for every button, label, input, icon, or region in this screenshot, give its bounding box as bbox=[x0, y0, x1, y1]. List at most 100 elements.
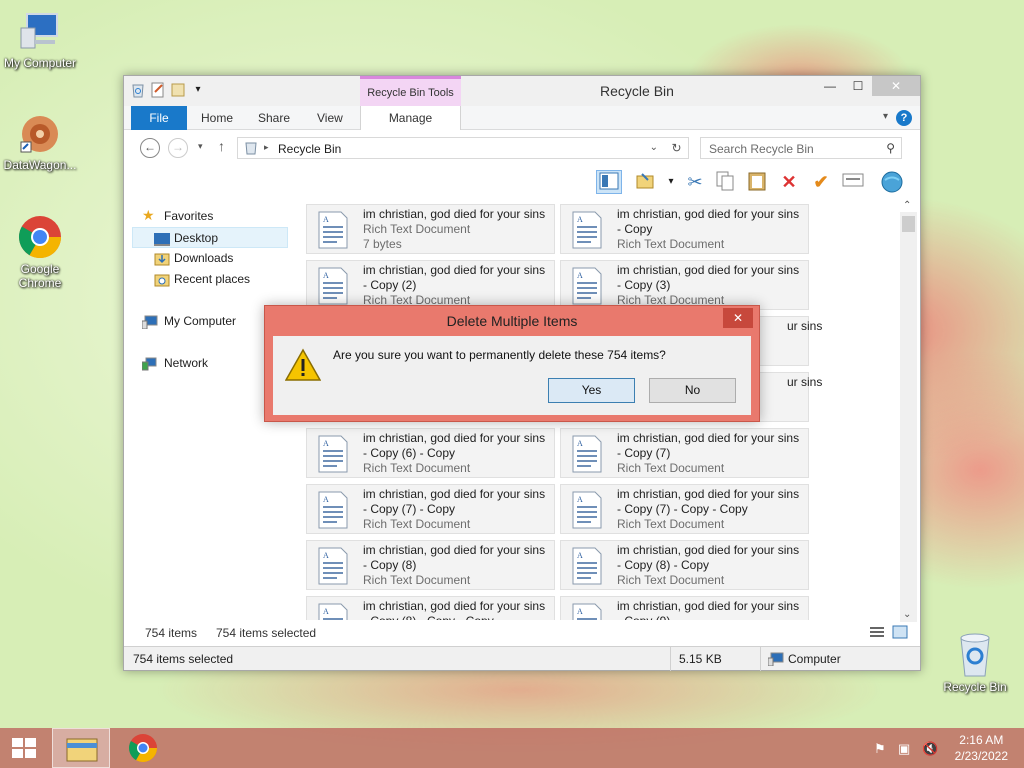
status-divider bbox=[670, 647, 671, 671]
vertical-scrollbar[interactable]: ⌃ ⌄ bbox=[900, 200, 917, 622]
svg-text:A: A bbox=[577, 439, 583, 448]
file-name: im christian, god died for your sins bbox=[617, 487, 800, 501]
search-input[interactable]: Search Recycle Bin ⚲ bbox=[700, 137, 902, 159]
file-tile[interactable]: Aim christian, god died for your sins- C… bbox=[560, 428, 809, 478]
system-clock[interactable]: 2:16 AM 2/23/2022 bbox=[955, 732, 1008, 764]
taskbar-file-explorer[interactable] bbox=[52, 728, 110, 768]
desktop-icon-chrome[interactable]: Google Chrome bbox=[0, 214, 80, 290]
nav-label: Desktop bbox=[174, 231, 219, 245]
address-bar[interactable]: ▸ Recycle Bin ⌄ bbox=[237, 137, 689, 159]
paste-icon[interactable] bbox=[744, 170, 770, 194]
copy-icon[interactable] bbox=[712, 170, 738, 194]
svg-text:A: A bbox=[577, 607, 583, 616]
close-button[interactable]: ✕ bbox=[872, 76, 920, 96]
file-name-suffix: - Copy (9) bbox=[617, 614, 670, 620]
search-icon: ⚲ bbox=[886, 141, 895, 155]
svg-text:A: A bbox=[577, 215, 583, 224]
recent-locations-icon[interactable]: ▾ bbox=[198, 141, 203, 152]
action-center-flag-icon[interactable]: ⚑ bbox=[874, 741, 886, 757]
nav-recent-places[interactable]: Recent places bbox=[132, 269, 288, 290]
internet-icon[interactable] bbox=[879, 170, 905, 194]
file-tile[interactable]: Aim christian, god died for your sins- C… bbox=[560, 484, 809, 534]
details-view-icon[interactable] bbox=[869, 625, 885, 642]
file-name: im christian, god died for your sins bbox=[363, 487, 546, 501]
file-tile[interactable]: Aim christian, god died for your sins- C… bbox=[306, 260, 555, 310]
file-name-suffix: - Copy (8) bbox=[363, 558, 417, 572]
file-tile[interactable]: Aim christian, god died for your sins- C… bbox=[306, 540, 555, 590]
rename-check-icon[interactable]: ✔ bbox=[808, 170, 834, 194]
volume-muted-icon[interactable]: 🔇 bbox=[922, 741, 938, 757]
tab-file[interactable]: File bbox=[131, 106, 187, 130]
minimize-button[interactable]: — bbox=[816, 76, 844, 96]
tab-view[interactable]: View bbox=[317, 106, 343, 130]
file-name: im christian, god died for your sins bbox=[363, 599, 546, 613]
tab-manage[interactable]: Manage bbox=[360, 106, 461, 130]
file-tile[interactable]: Aim christian, god died for your sins- C… bbox=[560, 204, 809, 254]
svg-text:A: A bbox=[323, 607, 329, 616]
datawagon-icon bbox=[17, 112, 63, 156]
desktop-icon-datawagon[interactable]: DataWagon... bbox=[0, 112, 80, 172]
properties-icon[interactable] bbox=[840, 170, 866, 194]
rich-text-document-icon: A bbox=[569, 210, 605, 250]
folder-options-dropdown-icon[interactable]: ▾ bbox=[658, 170, 684, 194]
maximize-button[interactable]: ☐ bbox=[844, 76, 872, 96]
scroll-up-icon[interactable]: ⌃ bbox=[903, 200, 911, 211]
rich-text-document-icon: A bbox=[569, 266, 605, 306]
file-tile[interactable]: Aim christian, god died for your sins- C… bbox=[560, 596, 809, 620]
clock-date: 2/23/2022 bbox=[954, 749, 1008, 763]
tab-home[interactable]: Home bbox=[201, 106, 233, 130]
scroll-thumb[interactable] bbox=[902, 216, 915, 232]
up-arrow-icon[interactable]: ↑ bbox=[218, 138, 225, 154]
start-button[interactable] bbox=[6, 728, 42, 768]
recycle-bin-icon bbox=[955, 630, 995, 678]
outer-selected-count: 754 items selected bbox=[133, 652, 234, 666]
refresh-button[interactable]: ↻ bbox=[665, 137, 689, 159]
scroll-down-icon[interactable]: ⌄ bbox=[903, 609, 911, 620]
desktop-icon-my-computer[interactable]: My Computer bbox=[0, 10, 80, 70]
nav-label: My Computer bbox=[164, 314, 237, 328]
file-name-suffix: - Copy (2) bbox=[363, 278, 417, 292]
file-name: im christian, god died for your sins bbox=[617, 207, 800, 221]
file-tile[interactable]: Aim christian, god died for your sins Ric… bbox=[306, 204, 555, 254]
network-tray-icon[interactable]: ▣ bbox=[898, 741, 910, 757]
cut-icon[interactable]: ✂ bbox=[682, 170, 708, 194]
nav-downloads[interactable]: Downloads bbox=[132, 248, 288, 269]
window-title: Recycle Bin bbox=[600, 83, 674, 99]
file-tile[interactable]: Aim christian, god died for your sins- C… bbox=[306, 428, 555, 478]
nav-label: Favorites bbox=[164, 209, 214, 223]
tab-share[interactable]: Share bbox=[258, 106, 290, 130]
no-button[interactable]: No bbox=[649, 378, 736, 403]
preview-pane-button[interactable] bbox=[596, 170, 622, 194]
tiles-view-icon[interactable] bbox=[892, 625, 908, 642]
svg-text:A: A bbox=[323, 495, 329, 504]
help-icon[interactable]: ? bbox=[896, 110, 912, 126]
svg-text:A: A bbox=[577, 551, 583, 560]
nav-desktop[interactable]: Desktop bbox=[132, 227, 288, 248]
delete-icon[interactable]: ✕ bbox=[776, 170, 802, 194]
file-tile[interactable]: Aim christian, god died for your sins- C… bbox=[560, 540, 809, 590]
file-name-suffix: - Copy (7) bbox=[617, 446, 671, 460]
rich-text-document-icon: A bbox=[315, 546, 351, 586]
yes-button[interactable]: Yes bbox=[548, 378, 635, 403]
address-text: Recycle Bin bbox=[278, 142, 342, 156]
downloads-folder-icon bbox=[154, 252, 170, 266]
outer-status-bar: 754 items selected 5.15 KB Computer bbox=[124, 646, 920, 671]
folder-options-icon[interactable] bbox=[632, 170, 658, 194]
taskbar-chrome[interactable] bbox=[118, 728, 168, 768]
dialog-close-button[interactable]: ✕ bbox=[723, 308, 753, 328]
ribbon-expand-icon[interactable]: ▾ bbox=[883, 111, 888, 122]
desktop-icon-recycle-bin[interactable]: Recycle Bin bbox=[935, 630, 1015, 694]
file-tile[interactable]: Aim christian, god died for your sins- C… bbox=[560, 260, 809, 310]
file-meta: Rich Text Document bbox=[617, 461, 725, 475]
computer-icon bbox=[17, 10, 63, 54]
file-meta: Rich Text Document bbox=[617, 517, 725, 531]
svg-text:A: A bbox=[323, 215, 329, 224]
location-label: Computer bbox=[788, 652, 841, 666]
back-button[interactable]: ← bbox=[140, 138, 160, 158]
nav-favorites[interactable]: ★ Favorites bbox=[132, 206, 288, 227]
file-tile[interactable]: Aim christian, god died for your sins- C… bbox=[306, 596, 555, 620]
rich-text-document-icon: A bbox=[315, 266, 351, 306]
forward-button[interactable]: → bbox=[168, 138, 188, 158]
address-dropdown-icon[interactable]: ⌄ bbox=[650, 142, 658, 153]
file-tile[interactable]: Aim christian, god died for your sins- C… bbox=[306, 484, 555, 534]
